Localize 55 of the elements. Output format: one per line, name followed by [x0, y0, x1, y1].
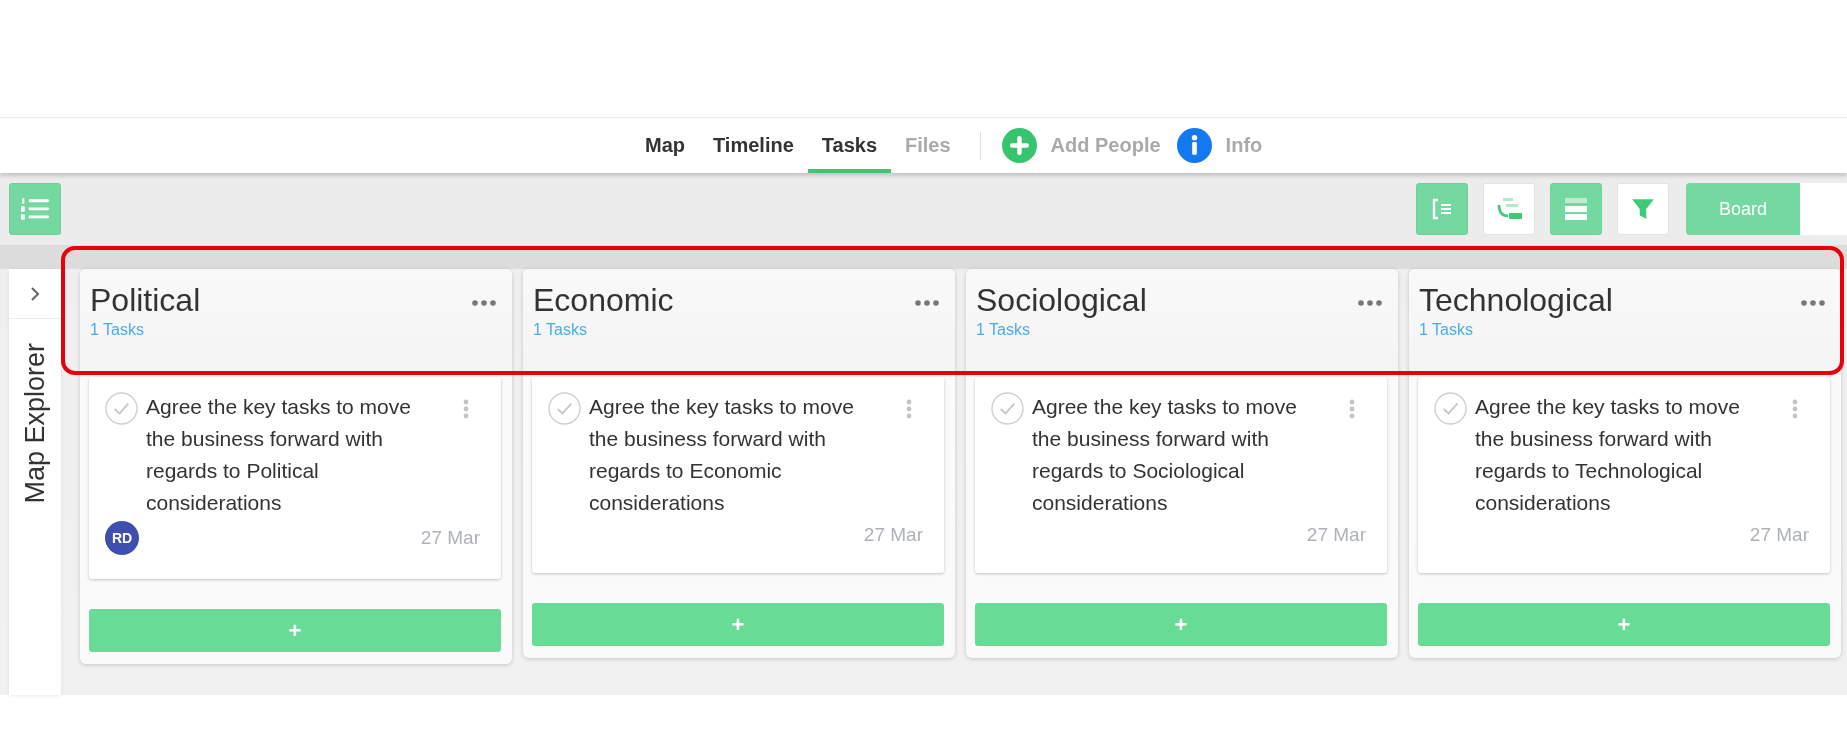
- gantt-view-button[interactable]: [1483, 183, 1535, 235]
- outline-view-button[interactable]: [1416, 183, 1468, 235]
- vertical-ellipsis-icon[interactable]: [906, 399, 912, 419]
- vertical-ellipsis-icon[interactable]: [463, 399, 469, 419]
- rows-view-button[interactable]: [1550, 183, 1602, 235]
- outline-list-button[interactable]: [9, 183, 61, 235]
- info-icon: [1176, 128, 1212, 163]
- view-tab[interactable]: Board: [1686, 183, 1800, 235]
- task-card[interactable]: Agree the key tasks to move the business forward with regards to Sociological considerations 27 Mar: [975, 377, 1387, 573]
- check-circle-icon[interactable]: [1434, 392, 1467, 425]
- due-date: 27 Mar: [1749, 524, 1809, 546]
- bracket-list-icon: [1430, 197, 1454, 221]
- view-tab[interactable]: [1800, 183, 1847, 235]
- column-title: Political: [90, 281, 201, 319]
- task-title: Agree the key tasks to move the business forward with regards to Technological considerations: [1475, 394, 1741, 516]
- task-title: Agree the key tasks to move the business forward with regards to Economic considerations: [589, 394, 855, 516]
- ellipsis-icon[interactable]: [915, 300, 939, 306]
- ellipsis-icon[interactable]: [1801, 300, 1825, 306]
- stacked-rows-icon: [1563, 197, 1589, 221]
- task-title: Agree the key tasks to move the business forward with regards to Political considerations: [146, 394, 412, 516]
- filter-button[interactable]: [1617, 183, 1669, 235]
- nav-tab[interactable]: Map: [631, 118, 699, 173]
- plus-circle-icon: [1001, 128, 1037, 163]
- ellipsis-icon[interactable]: [1358, 300, 1382, 306]
- column-title: Technological: [1419, 281, 1613, 319]
- numbered-list-icon: [20, 196, 50, 222]
- due-date: 27 Mar: [420, 527, 480, 549]
- column-title: Sociological: [976, 281, 1147, 319]
- column-title: Economic: [533, 281, 674, 319]
- add-task-button[interactable]: +: [532, 603, 944, 646]
- check-circle-icon[interactable]: [548, 392, 581, 425]
- sidebar-title: Map Explorer: [19, 343, 51, 504]
- task-count: 1 Tasks: [1419, 320, 1474, 340]
- chevron-right-icon[interactable]: [30, 285, 40, 302]
- add-task-button[interactable]: +: [89, 609, 501, 652]
- task-title: Agree the key tasks to move the business forward with regards to Sociological considerations: [1032, 394, 1298, 516]
- vertical-ellipsis-icon[interactable]: [1349, 399, 1355, 419]
- info-button[interactable]: Info: [1176, 128, 1263, 163]
- ellipsis-icon[interactable]: [472, 300, 496, 306]
- due-date: 27 Mar: [863, 524, 923, 546]
- vertical-ellipsis-icon[interactable]: [1792, 399, 1798, 419]
- due-date: 27 Mar: [1306, 524, 1366, 546]
- nav-tab[interactable]: Timeline: [699, 118, 808, 173]
- task-count: 1 Tasks: [533, 320, 588, 340]
- assignee-avatar: RD: [105, 521, 139, 555]
- task-count: 1 Tasks: [976, 320, 1031, 340]
- task-card[interactable]: Agree the key tasks to move the business forward with regards to Technological considerations 27 Mar: [1418, 377, 1830, 573]
- add-task-button[interactable]: +: [975, 603, 1387, 646]
- add-people-button[interactable]: Add People: [1001, 128, 1161, 163]
- check-circle-icon[interactable]: [991, 392, 1024, 425]
- check-circle-icon[interactable]: [105, 392, 138, 425]
- task-card[interactable]: Agree the key tasks to move the business forward with regards to Economic considerations 27 Mar: [532, 377, 944, 573]
- task-count: 1 Tasks: [90, 320, 145, 340]
- add-task-button[interactable]: +: [1418, 603, 1830, 646]
- task-card[interactable]: Agree the key tasks to move the business forward with regards to Political considerations RD 27 Mar: [89, 377, 501, 579]
